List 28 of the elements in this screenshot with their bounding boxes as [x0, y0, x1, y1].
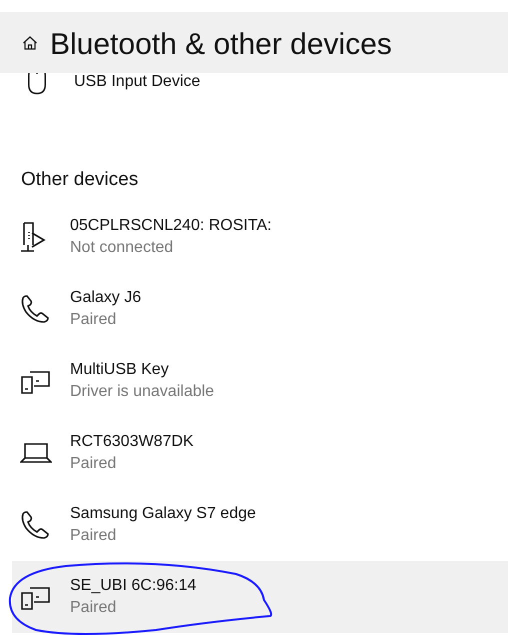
section-heading: Other devices — [20, 168, 140, 192]
device-status: Paired — [70, 598, 118, 618]
phone-icon — [20, 510, 50, 540]
devices-icon — [20, 584, 50, 610]
device-item[interactable]: RCT6303W87DK Paired — [12, 417, 508, 489]
device-name: SE_UBI 6C:96:14 — [70, 576, 196, 596]
device-name: RCT6303W87DK — [70, 432, 194, 452]
device-name: Galaxy J6 — [70, 288, 142, 308]
device-status: Paired — [70, 526, 118, 546]
device-item[interactable]: Samsung Galaxy S7 edge Paired — [12, 489, 508, 561]
phone-icon — [20, 294, 50, 324]
device-item[interactable]: Galaxy J6 Paired — [12, 273, 508, 345]
device-status: Driver is unavailable — [70, 382, 214, 402]
device-name: USB Input Device — [73, 72, 200, 92]
page-title: Bluetooth & other devices — [50, 26, 392, 62]
media-device-icon — [20, 221, 46, 253]
device-name: MultiUSB Key — [70, 360, 170, 380]
device-status: Not connected — [70, 238, 174, 258]
device-name: 05CPLRSCNL240: ROSITA: — [70, 216, 272, 236]
device-status: Paired — [70, 310, 118, 330]
laptop-icon — [20, 442, 52, 464]
device-item[interactable]: SE_UBI 6C:96:14 Paired — [12, 561, 508, 633]
devices-icon — [20, 368, 50, 394]
device-name: Samsung Galaxy S7 edge — [70, 504, 256, 524]
device-status: Paired — [70, 454, 118, 474]
device-item[interactable]: 05CPLRSCNL240: ROSITA: Not connected — [12, 201, 508, 273]
home-icon[interactable] — [22, 34, 38, 50]
device-item[interactable]: MultiUSB Key Driver is unavailable — [12, 345, 508, 417]
